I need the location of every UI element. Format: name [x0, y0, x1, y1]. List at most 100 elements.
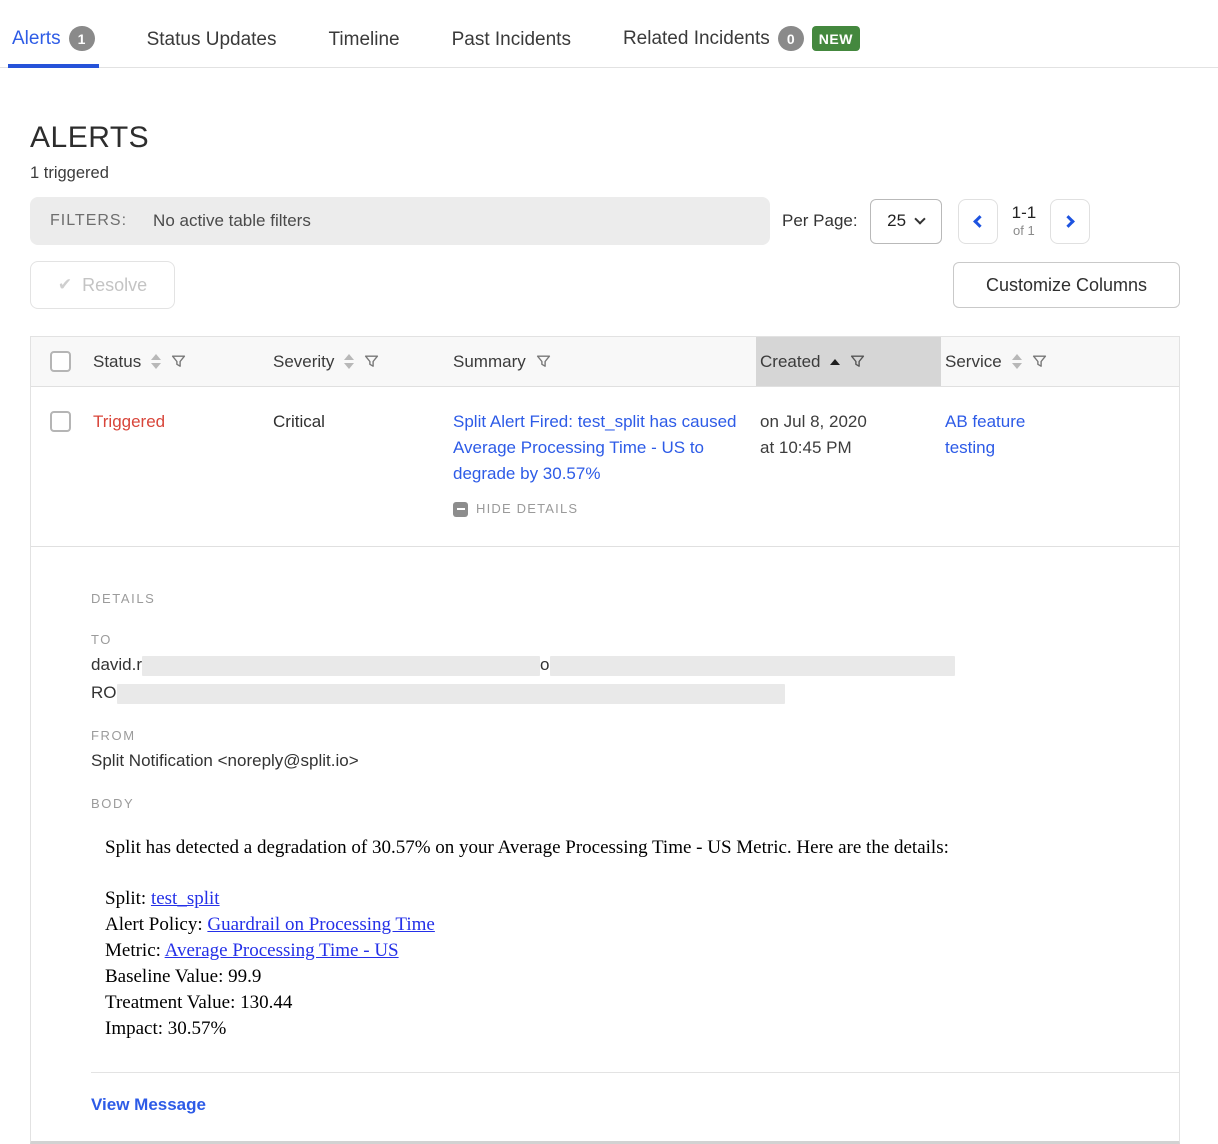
body-intro: Split has detected a degradation of 30.5…	[105, 837, 1179, 859]
tab-alerts-label: Alerts	[12, 28, 61, 50]
per-page-group: Per Page: 25	[782, 199, 942, 244]
next-page-button[interactable]	[1050, 199, 1090, 244]
row-created-cell: on Jul 8, 2020 at 10:45 PM	[756, 409, 941, 461]
created-date: on Jul 8, 2020	[760, 409, 937, 435]
row-status-cell: Triggered	[89, 409, 269, 435]
resolve-button-label: Resolve	[82, 275, 147, 296]
triggered-count: 1 triggered	[30, 164, 1180, 183]
sort-icon[interactable]	[1012, 354, 1022, 369]
redacted-block	[117, 684, 785, 704]
body-line-alert-policy: Alert Policy: Guardrail on Processing Ti…	[105, 912, 1179, 938]
email-body: Split has detected a degradation of 30.5…	[105, 837, 1179, 1042]
body-line-impact: Impact: 30.57%	[105, 1016, 1179, 1042]
status-column-label: Status	[93, 352, 141, 372]
redacted-block	[550, 656, 955, 676]
hide-details-toggle[interactable]: HIDE DETAILS	[453, 496, 752, 522]
column-header-severity[interactable]: Severity	[269, 337, 449, 386]
page-range-total: of 1	[1012, 223, 1037, 239]
alerts-count-badge: 1	[69, 26, 95, 51]
service-column-label: Service	[945, 352, 1002, 372]
select-all-checkbox[interactable]	[50, 351, 71, 372]
tab-bar: Alerts 1 Status Updates Timeline Past In…	[0, 0, 1218, 68]
to-fragment: david.r	[91, 655, 142, 674]
chevron-left-icon	[973, 215, 986, 228]
tab-related-incidents-label: Related Incidents	[623, 28, 770, 50]
sort-icon[interactable]	[151, 354, 161, 369]
tab-related-incidents[interactable]: Related Incidents 0 NEW	[619, 26, 864, 68]
filter-icon[interactable]	[850, 354, 865, 369]
body-label: BODY	[91, 796, 1179, 811]
from-label: FROM	[91, 728, 1179, 743]
page-title: ALERTS	[30, 121, 1180, 155]
tab-timeline-label: Timeline	[329, 29, 400, 51]
tab-status-updates[interactable]: Status Updates	[143, 29, 281, 68]
prev-page-button[interactable]	[958, 199, 998, 244]
filter-icon[interactable]	[364, 354, 379, 369]
tab-past-incidents[interactable]: Past Incidents	[448, 29, 575, 68]
status-value: Triggered	[93, 412, 165, 431]
filter-icon[interactable]	[171, 354, 186, 369]
body-line-baseline: Baseline Value: 99.9	[105, 964, 1179, 990]
tab-status-updates-label: Status Updates	[147, 29, 277, 51]
chevron-down-icon	[914, 213, 925, 224]
per-page-selected-value: 25	[887, 211, 906, 231]
sort-ascending-icon[interactable]	[830, 359, 840, 365]
split-link[interactable]: test_split	[151, 888, 220, 909]
summary-link[interactable]: Split Alert Fired: test_split has caused…	[453, 409, 741, 487]
tab-timeline[interactable]: Timeline	[325, 29, 404, 68]
check-icon: ✔	[58, 275, 72, 295]
resolve-button[interactable]: ✔ Resolve	[30, 261, 175, 309]
details-to-group: TO david.r o RO	[91, 632, 1179, 706]
view-message-link[interactable]: View Message	[91, 1095, 206, 1115]
column-header-summary[interactable]: Summary	[449, 337, 756, 386]
column-header-status[interactable]: Status	[89, 337, 269, 386]
related-incidents-count-badge: 0	[778, 26, 804, 51]
per-page-select[interactable]: 25	[870, 199, 942, 244]
row-checkbox-cell	[31, 409, 89, 432]
tab-past-incidents-label: Past Incidents	[452, 29, 571, 51]
details-divider	[91, 1072, 1179, 1073]
filters-bar[interactable]: FILTERS: No active table filters	[30, 197, 770, 245]
to-value-line2: RO	[91, 680, 1179, 706]
alerts-table: Status Severity Summary Created Service	[30, 336, 1180, 1144]
new-badge: NEW	[812, 26, 860, 51]
per-page-label: Per Page:	[782, 211, 858, 231]
to-value-line1: david.r o	[91, 652, 1179, 678]
to-fragment: o	[540, 655, 549, 674]
sort-icon[interactable]	[344, 354, 354, 369]
controls-row: FILTERS: No active table filters Per Pag…	[30, 197, 1180, 245]
filter-icon[interactable]	[1032, 354, 1047, 369]
pagination: 1-1 of 1	[958, 199, 1091, 244]
tab-alerts[interactable]: Alerts 1	[8, 26, 99, 68]
row-summary-cell: Split Alert Fired: test_split has caused…	[449, 409, 756, 522]
summary-column-label: Summary	[453, 352, 526, 372]
chevron-right-icon	[1062, 215, 1075, 228]
severity-value: Critical	[273, 412, 325, 431]
body-line-label: Metric:	[105, 940, 165, 961]
collapse-minus-icon	[453, 502, 468, 517]
to-fragment: RO	[91, 683, 117, 702]
body-line-label: Alert Policy:	[105, 914, 207, 935]
header-checkbox-cell	[31, 337, 89, 386]
body-line-metric: Metric: Average Processing Time - US	[105, 938, 1179, 964]
page-range: 1-1 of 1	[1012, 203, 1037, 239]
body-line-treatment: Treatment Value: 130.44	[105, 990, 1179, 1016]
column-header-created[interactable]: Created	[756, 337, 941, 386]
filters-value: No active table filters	[153, 211, 311, 231]
filter-icon[interactable]	[536, 354, 551, 369]
created-column-label: Created	[760, 352, 820, 372]
page-range-value: 1-1	[1012, 203, 1037, 223]
table-header-row: Status Severity Summary Created Service	[31, 337, 1179, 387]
customize-columns-label: Customize Columns	[986, 275, 1147, 296]
row-service-cell: AB feature testing	[941, 409, 1179, 461]
body-line-label: Split:	[105, 888, 151, 909]
metric-link[interactable]: Average Processing Time - US	[165, 940, 399, 961]
row-checkbox[interactable]	[50, 411, 71, 432]
details-title: DETAILS	[91, 591, 1179, 606]
to-label: TO	[91, 632, 1179, 647]
column-header-service[interactable]: Service	[941, 337, 1179, 386]
customize-columns-button[interactable]: Customize Columns	[953, 262, 1180, 308]
alert-policy-link[interactable]: Guardrail on Processing Time	[207, 914, 434, 935]
service-link[interactable]: AB feature testing	[945, 409, 1065, 461]
table-row: Triggered Critical Split Alert Fired: te…	[31, 387, 1179, 547]
